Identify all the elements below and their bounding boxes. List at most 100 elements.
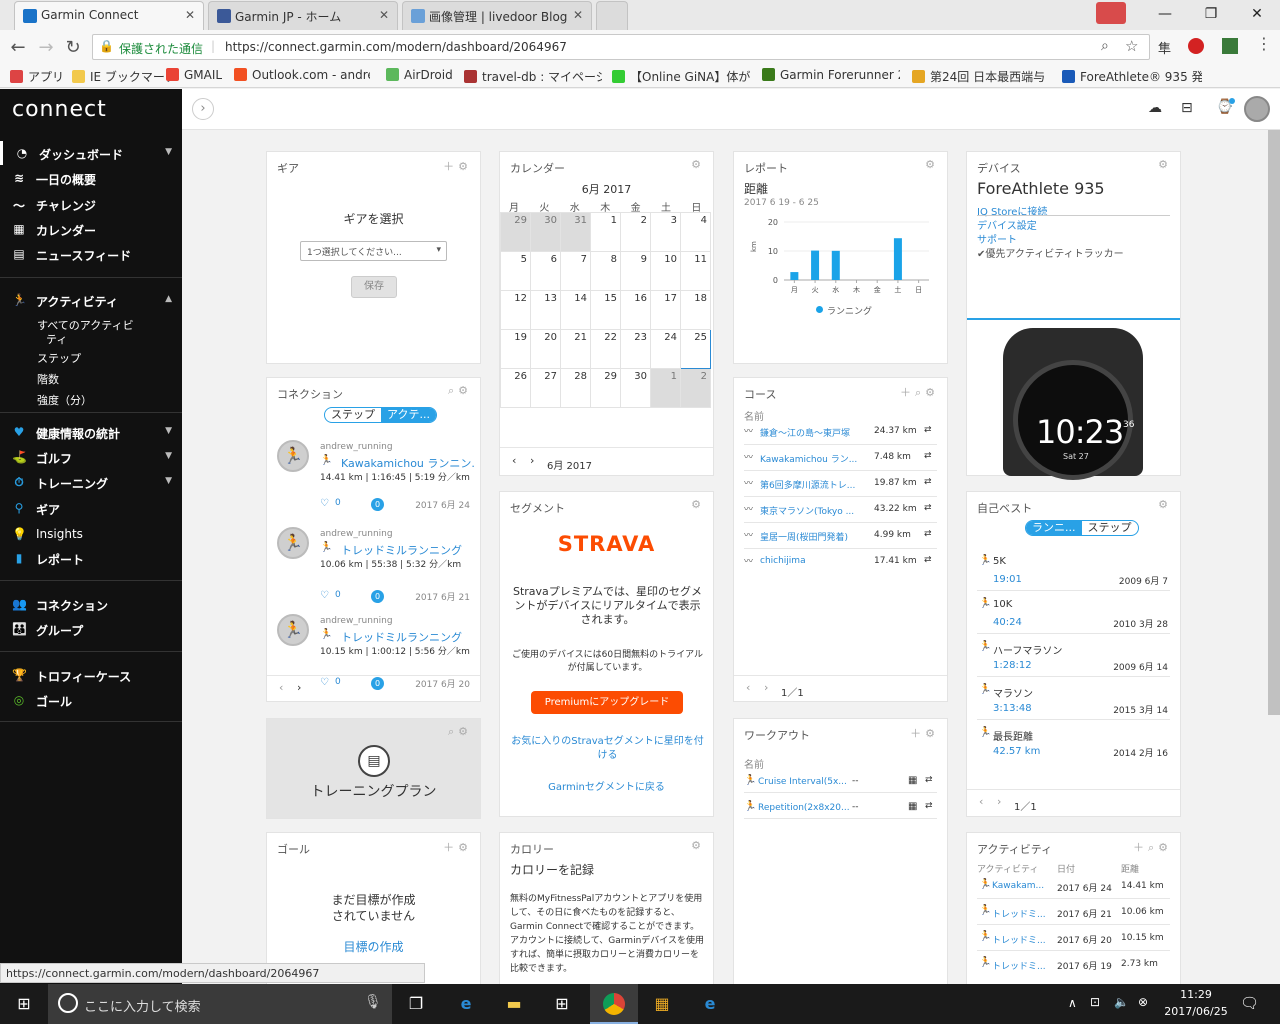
- create-goal-link[interactable]: 目標の作成: [267, 938, 480, 955]
- pb-value-link[interactable]: 40:24: [993, 617, 1022, 628]
- schedule-icon[interactable]: ▦: [908, 801, 917, 812]
- bookmark-gina[interactable]: 【Online GiNA】体が硬: [612, 68, 750, 85]
- gear-icon[interactable]: ⚙: [1158, 158, 1172, 171]
- course-name-link[interactable]: Kawakamichou ラン...: [760, 452, 865, 465]
- pb-value-link[interactable]: 42.57 km: [993, 746, 1040, 757]
- calendar-day[interactable]: 18: [680, 290, 711, 330]
- workout-name-link[interactable]: Repetition(2x8x20...: [758, 803, 853, 813]
- bookmark-gmail[interactable]: GMAIL: [166, 68, 222, 82]
- maximize-button[interactable]: ❐: [1188, 0, 1234, 30]
- bookmark-outlook[interactable]: Outlook.com - andrew: [234, 68, 370, 82]
- gear-icon[interactable]: ⚙: [925, 158, 939, 171]
- sidebar-item-reports[interactable]: ▮ レポート: [0, 546, 182, 570]
- calendar-day[interactable]: 29: [590, 368, 621, 408]
- close-window-button[interactable]: ✕: [1234, 0, 1280, 30]
- file-explorer-icon[interactable]: ▬: [502, 992, 526, 1016]
- url-field[interactable]: 🔒 保護された通信 | https://connect.garmin.com/m…: [92, 34, 1150, 60]
- comment-count-badge[interactable]: 0: [371, 590, 384, 603]
- send-to-device-icon[interactable]: ⇄: [924, 425, 932, 435]
- sidebar-item-goals[interactable]: ◎ ゴール: [0, 688, 182, 712]
- connection-user[interactable]: andrew_running: [320, 442, 393, 452]
- sidebar-sub-all-activities-cont[interactable]: ティ: [46, 331, 67, 347]
- forward-icon[interactable]: →: [36, 37, 56, 58]
- connection-activity-link[interactable]: Kawakamichou ランニン...: [341, 455, 476, 471]
- next-button[interactable]: ›: [997, 795, 1001, 808]
- new-tab-button[interactable]: [596, 1, 628, 30]
- bookmark-ie[interactable]: IE ブックマーク: [72, 68, 177, 85]
- pb-value-link[interactable]: 19:01: [993, 574, 1022, 585]
- next-month-button[interactable]: ›: [530, 454, 534, 467]
- volume-icon[interactable]: 🔈: [1114, 995, 1129, 1009]
- inbox-icon[interactable]: ⊟: [1181, 100, 1193, 116]
- calendar-day[interactable]: 8: [590, 251, 621, 291]
- bookmark-travel-db[interactable]: travel-db : マイページ : D: [464, 68, 602, 85]
- calendar-day[interactable]: 7: [560, 251, 591, 291]
- calendar-day[interactable]: 23: [620, 329, 651, 369]
- star-segment-link[interactable]: お気に入りのStravaセグメントに星印を付ける: [510, 735, 705, 763]
- prev-button[interactable]: ‹: [979, 795, 983, 808]
- course-name-link[interactable]: 皇居一周(桜田門発着): [760, 530, 865, 543]
- calendar-day[interactable]: 2: [620, 212, 651, 252]
- calendar-day[interactable]: 29: [500, 212, 531, 252]
- calendar-day[interactable]: 16: [620, 290, 651, 330]
- course-name-link[interactable]: 鎌倉～江の島～東戸塚: [760, 426, 865, 439]
- calendar-day[interactable]: 14: [560, 290, 591, 330]
- calendar-day[interactable]: 2: [680, 368, 711, 408]
- calendar-day[interactable]: 24: [650, 329, 681, 369]
- card-actions[interactable]: ⌕⚙: [448, 725, 472, 739]
- course-name-link[interactable]: 第6回多摩川源流トレ...: [760, 478, 865, 491]
- sidebar-item-health-stats[interactable]: ♥ 健康情報の統計 ▼: [0, 420, 182, 444]
- search-icon[interactable]: ⌕: [1101, 38, 1109, 54]
- bookmark-yonaguni[interactable]: 第24回 日本最西端与: [912, 68, 1050, 85]
- sidebar-item-golf[interactable]: ⛳ ゴルフ ▼: [0, 445, 182, 469]
- gear-icon[interactable]: ⚙: [691, 158, 705, 171]
- calendar-day[interactable]: 26: [500, 368, 531, 408]
- sidebar-sub-intensity[interactable]: 強度（分）: [37, 392, 92, 408]
- comment-count-badge[interactable]: 0: [371, 498, 384, 511]
- windows-start-icon[interactable]: ⊞: [12, 992, 36, 1016]
- bookmark-airdroid[interactable]: AirDroid: [386, 68, 453, 82]
- calendar-day[interactable]: 12: [500, 290, 531, 330]
- save-button[interactable]: 保存: [351, 276, 397, 298]
- send-to-device-icon[interactable]: ⇄: [924, 477, 932, 487]
- edge-icon[interactable]: e: [454, 992, 478, 1016]
- ie-icon[interactable]: e: [698, 992, 722, 1016]
- send-to-device-icon[interactable]: ⇄: [924, 555, 932, 565]
- activity-name-link[interactable]: トレッドミ...: [992, 907, 1048, 920]
- calendar-day[interactable]: 1: [590, 212, 621, 252]
- card-actions[interactable]: ＋⌕⚙: [1133, 839, 1172, 855]
- calendar-day[interactable]: 13: [530, 290, 561, 330]
- connection-user[interactable]: andrew_running: [320, 529, 393, 539]
- bar[interactable]: [831, 250, 840, 280]
- sidebar-sub-floors[interactable]: 階数: [37, 371, 59, 387]
- sidebar-item-calendar[interactable]: ▦ カレンダー: [0, 217, 182, 241]
- close-icon[interactable]: ✕: [185, 8, 195, 22]
- expand-sidebar-button[interactable]: ›: [192, 98, 214, 120]
- calendar-day[interactable]: 17: [650, 290, 681, 330]
- calendar-day[interactable]: 22: [590, 329, 621, 369]
- sidebar-item-groups[interactable]: 👪 グループ: [0, 617, 182, 641]
- like-icon[interactable]: ♡: [320, 498, 329, 509]
- connection-user[interactable]: andrew_running: [320, 616, 393, 626]
- next-button[interactable]: ›: [297, 681, 301, 694]
- calendar-day[interactable]: 21: [560, 329, 591, 369]
- sidebar-item-gear[interactable]: ⚲ ギア: [0, 496, 182, 520]
- device-settings-link[interactable]: デバイス設定: [977, 217, 1037, 232]
- personal-best-toggle[interactable]: ランニ... ステップ: [1025, 520, 1139, 536]
- calendar-day[interactable]: 3: [650, 212, 681, 252]
- sidebar-item-dashboard[interactable]: ◔ ダッシュボード ▼: [0, 141, 182, 165]
- sidebar-item-training[interactable]: ⏱ トレーニング ▼: [0, 470, 182, 494]
- back-icon[interactable]: ←: [8, 37, 28, 58]
- card-actions[interactable]: ＋⌕⚙: [900, 384, 939, 400]
- card-actions[interactable]: ＋⚙: [443, 158, 472, 174]
- like-icon[interactable]: ♡: [320, 590, 329, 601]
- calendar-day[interactable]: 5: [500, 251, 531, 291]
- calendar-day[interactable]: 11: [680, 251, 711, 291]
- sidebar-sub-steps[interactable]: ステップ: [37, 350, 81, 366]
- course-name-link[interactable]: 東京マラソン(Tokyo ...: [760, 504, 865, 517]
- connect-logo[interactable]: connect: [12, 97, 107, 122]
- garmin-segment-link[interactable]: Garminセグメントに戻る: [500, 778, 713, 793]
- sync-upload-icon[interactable]: ☁: [1148, 100, 1162, 116]
- toggle-activity[interactable]: アクテ...: [381, 408, 436, 422]
- sidebar-item-insights[interactable]: 💡 Insights: [0, 522, 182, 546]
